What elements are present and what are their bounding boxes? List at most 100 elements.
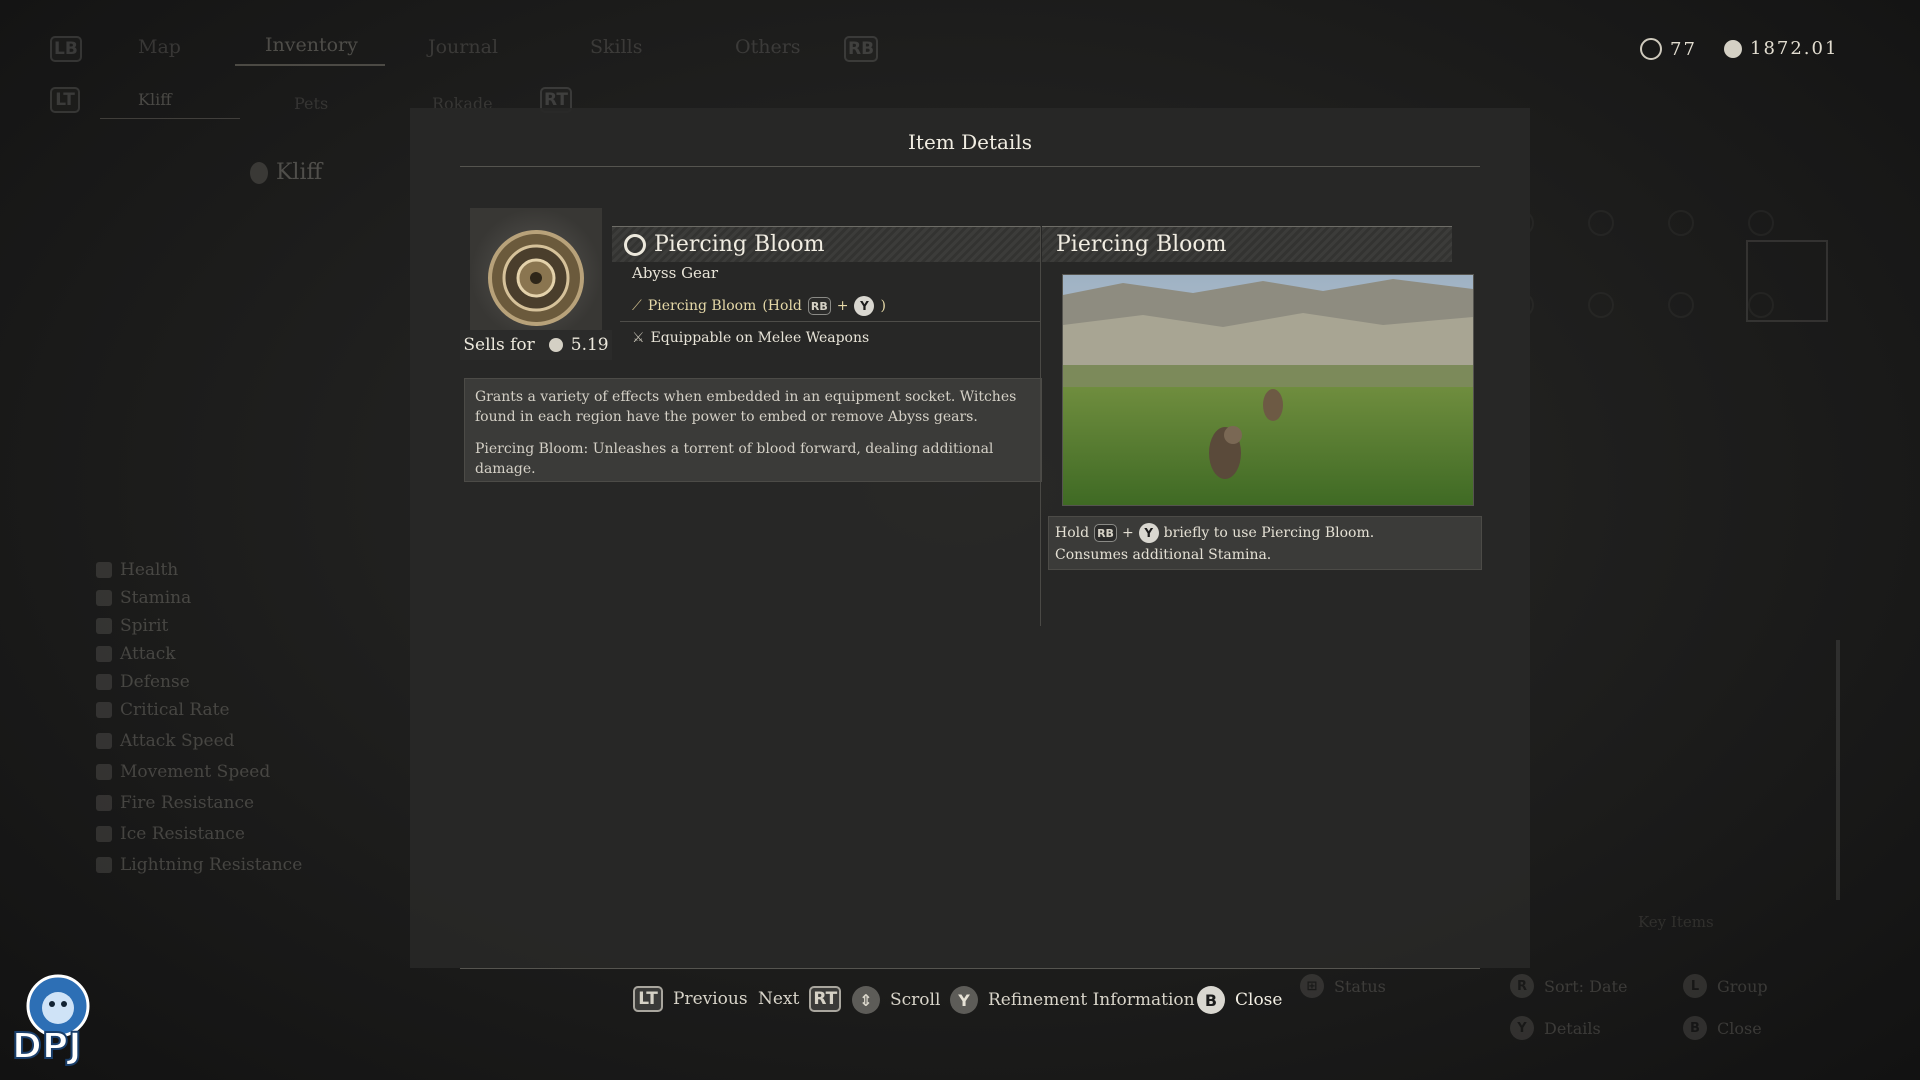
lt-button-glyph[interactable]: LT [50,87,80,113]
subtab-pets[interactable]: Pets [294,94,328,113]
inventory-slot[interactable] [1588,210,1614,236]
stat-attack-speed: Attack Speed [96,731,235,751]
scroll-action[interactable]: ⇕ Scroll [852,986,940,1014]
next-action[interactable]: Next RT [758,986,842,1012]
inventory-slot[interactable] [1668,210,1694,236]
character-name-header: Kliff [250,160,322,185]
sort-hint[interactable]: R Sort: Date [1510,974,1627,998]
close-action[interactable]: B Close [1197,986,1282,1014]
inventory-slot[interactable] [1668,292,1694,318]
abyss-currency: 77 [1640,38,1697,60]
tab-inventory[interactable]: Inventory [265,34,358,56]
skill-preview-video [1062,274,1474,506]
rb-button-glyph[interactable]: RB [844,36,879,62]
abyss-gear-icon [624,233,646,256]
item-divider [620,321,1040,322]
selected-slot-frame[interactable] [1746,240,1828,322]
skill-hint-line-2: Consumes additional Stamina. [1055,547,1272,563]
attack-speed-icon [96,733,112,749]
skill-line-hold: (Hold [762,298,802,314]
stat-movement-speed: Movement Speed [96,762,270,782]
shield-icon [96,674,112,690]
tab-map[interactable]: Map [138,36,181,58]
active-tab-underline [235,64,385,66]
lb-button-glyph[interactable]: LB [50,36,82,62]
lt-button-glyph: LT [633,986,663,1012]
heart-icon [96,562,112,578]
skill-preview-header: Piercing Bloom [1042,226,1452,262]
l-stick-icon: L [1683,974,1707,998]
skill-preview-scene [1063,275,1473,505]
details-hint[interactable]: Y Details [1510,1016,1601,1040]
silver-amount: 1872.01 [1750,38,1839,59]
sell-price: Sells for 5.19 [460,330,612,360]
character-name: Kliff [276,160,323,185]
sword-icon [96,646,112,662]
rt-button-glyph: RT [809,986,842,1012]
sells-for-value: 5.19 [570,335,609,355]
skill-line-end: ) [880,298,886,314]
b-button-icon: B [1683,1016,1707,1040]
refinement-action[interactable]: Y Refinement Information [950,986,1195,1014]
critical-icon [96,702,112,718]
modal-title-divider [460,166,1480,167]
item-details-modal: Item Details Sells for 5.19 Piercing Blo… [410,108,1530,969]
tab-journal[interactable]: Journal [428,36,498,58]
inventory-scrollbar[interactable] [1836,640,1840,900]
rb-button-glyph: RB [807,297,831,315]
weapon-icon: ⚔ [632,330,645,346]
boot-icon [96,764,112,780]
subtab-kliff[interactable]: Kliff [138,90,172,109]
close-label: Close [1235,990,1283,1010]
character-icon [250,161,268,184]
stat-attack: Attack [96,644,176,664]
description-panel: Grants a variety of effects when embedde… [464,378,1042,482]
stat-stamina: Stamina [96,588,191,608]
dpj-text: DPJ [11,1025,83,1068]
plus-sign: + [836,298,849,314]
rb-button-glyph: RB [1094,524,1117,542]
status-hint[interactable]: ⊞ Status [1300,974,1386,998]
y-button-icon: Y [1138,523,1159,543]
stat-lightning-resistance: Lightning Resistance [96,855,302,875]
close-hint-bg[interactable]: B Close [1683,1016,1762,1040]
left-stick-icon: ⇕ [852,986,880,1014]
skill-hint-line-1: Hold RB + Y briefly to use Piercing Bloo… [1055,523,1375,543]
item-icon-frame [470,208,602,340]
y-button-icon: Y [854,296,875,316]
stat-critical-rate: Critical Rate [96,700,230,720]
stamina-icon [96,590,112,606]
group-hint[interactable]: L Group [1683,974,1768,998]
subtab-underline [100,118,240,119]
skill-line-name: Piercing Bloom [647,298,757,314]
inventory-slot[interactable] [1588,292,1614,318]
b-button-icon: B [1197,986,1225,1014]
lightning-icon [96,857,112,873]
key-items-label: Key Items [1638,913,1714,931]
stat-spirit: Spirit [96,616,168,636]
previous-action[interactable]: LT Previous [633,986,748,1012]
silver-currency: 1872.01 [1724,38,1838,59]
tab-others[interactable]: Others [735,36,801,58]
tab-skills[interactable]: Skills [590,36,643,58]
description-text-1: Grants a variety of effects when embedde… [475,389,1017,425]
skill-hint-panel: Hold RB + Y briefly to use Piercing Bloo… [1048,516,1482,570]
skill-line: ⟋ Piercing Bloom (Hold RB + Y ) [632,296,886,316]
silver-coin-icon [1724,39,1742,58]
equip-text: Equippable on Melee Weapons [650,330,870,346]
r-stick-icon: R [1510,974,1534,998]
silver-coin-icon [548,338,563,352]
skill-line-icon: ⟋ [632,298,642,314]
abyss-artifact-icon [1640,38,1662,60]
status-icon: ⊞ [1300,974,1324,998]
snowflake-icon [96,826,112,842]
equip-line: ⚔ Equippable on Melee Weapons [632,330,869,346]
refinement-label: Refinement Information [988,990,1195,1010]
stat-defense: Defense [96,672,190,692]
spirit-icon [96,618,112,634]
scroll-label: Scroll [890,990,941,1010]
modal-title: Item Details [908,130,1032,154]
y-button-icon: Y [950,986,978,1014]
modal-bottom-divider [460,968,1480,969]
inventory-slot[interactable] [1748,210,1774,236]
